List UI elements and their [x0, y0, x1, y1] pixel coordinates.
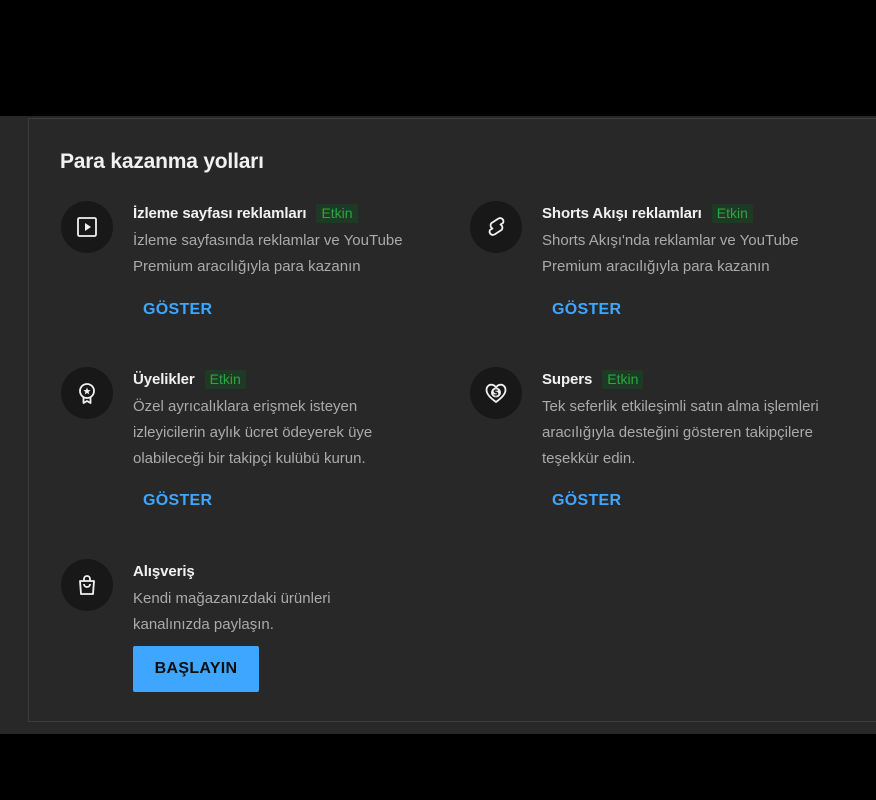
- status-badge: Etkin: [711, 203, 753, 223]
- shorts-icon: [470, 201, 522, 253]
- feature-name: Shorts Akışı reklamları: [542, 204, 702, 222]
- feature-text: Shorts Akışı reklamları Etkin Shorts Akı…: [542, 201, 862, 280]
- feature-description: Shorts Akışı'nda reklamlar ve YouTube Pr…: [542, 232, 799, 275]
- show-watch-page-ads-button[interactable]: GÖSTER: [143, 301, 212, 319]
- feature-name: Üyelikler: [133, 370, 195, 388]
- feature-name: Alışveriş: [133, 562, 195, 580]
- feature-description: Tek seferlik etkileşimli satın alma işle…: [542, 398, 819, 467]
- membership-badge-icon: [61, 367, 113, 419]
- feature-text: Supers Etkin Tek seferlik etkileşimli sa…: [542, 367, 862, 472]
- feature-text: İzleme sayfası reklamları Etkin İzleme s…: [133, 201, 453, 280]
- monetization-card: Para kazanma yolları İzleme sayfası rekl…: [28, 118, 876, 722]
- feature-description: Kendi mağazanızdaki ürünleri kanalınızda…: [133, 590, 331, 633]
- feature-name: İzleme sayfası reklamları: [133, 204, 307, 222]
- heart-dollar-icon: $: [470, 367, 522, 419]
- screen: Para kazanma yolları İzleme sayfası rekl…: [0, 0, 876, 800]
- feature-description: İzleme sayfasında reklamlar ve YouTube P…: [133, 232, 403, 275]
- shopping-bag-icon: [61, 559, 113, 611]
- show-supers-button[interactable]: GÖSTER: [552, 492, 621, 510]
- status-badge: Etkin: [602, 369, 644, 389]
- svg-text:$: $: [493, 389, 499, 399]
- get-started-button[interactable]: BAŞLAYIN: [133, 646, 259, 692]
- feature-text: Üyelikler Etkin Özel ayrıcalıklara erişm…: [133, 367, 453, 472]
- play-square-icon: [61, 201, 113, 253]
- feature-text: Alışveriş Kendi mağazanızdaki ürünleri k…: [133, 559, 453, 638]
- status-badge: Etkin: [316, 203, 358, 223]
- show-shorts-feed-ads-button[interactable]: GÖSTER: [552, 301, 621, 319]
- feature-description: Özel ayrıcalıklara erişmek isteyen izley…: [133, 398, 373, 467]
- show-memberships-button[interactable]: GÖSTER: [143, 492, 212, 510]
- feature-name: Supers: [542, 370, 593, 388]
- status-badge: Etkin: [204, 369, 246, 389]
- card-title: Para kazanma yolları: [60, 150, 264, 173]
